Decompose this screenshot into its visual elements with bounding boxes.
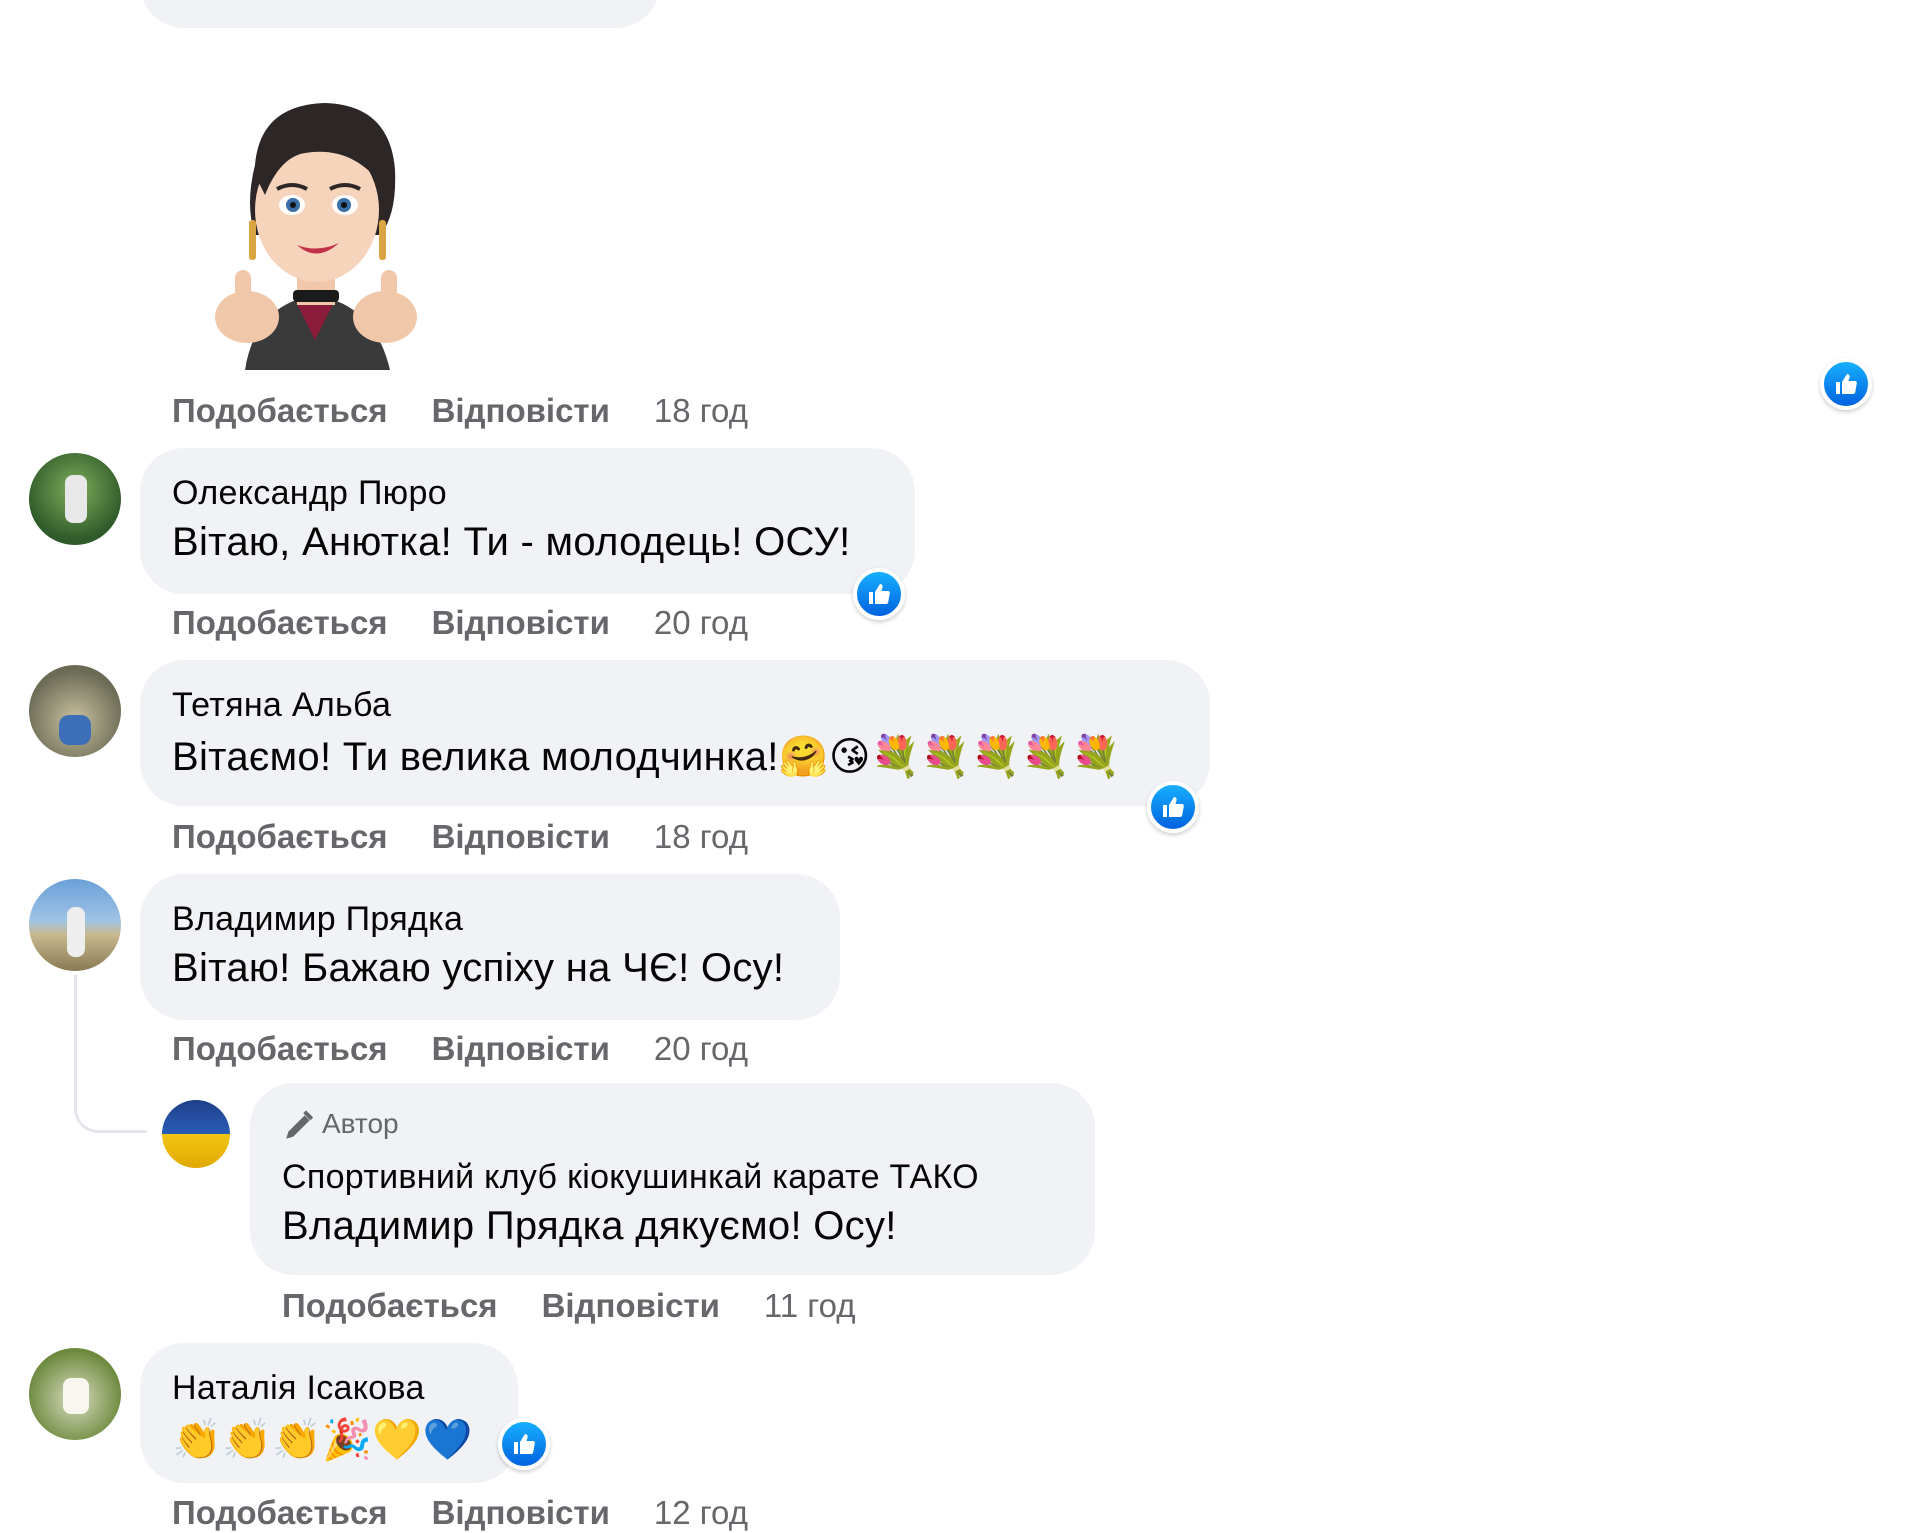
comment-text: Вітаємо! Ти велика молодчинка!🤗😘💐💐💐💐💐 [172,733,1121,780]
author-badge-label: Автор [322,1108,399,1139]
comment-emojis: 🤗😘💐💐💐💐💐 [778,734,1122,780]
comment-actions: Подобається Відповісти 12 год [172,1494,748,1532]
like-button[interactable]: Подобається [172,1030,388,1067]
reply-text-body: дякуємо! Осу! [623,1204,897,1248]
comment-time[interactable]: 18 год [654,818,748,855]
avatar[interactable] [29,453,121,545]
reply-author[interactable]: Спортивний клуб кіокушинкай карате ТАКО [282,1158,979,1197]
comment-emojis: 👏👏👏🎉💛💙 [172,1417,473,1463]
sticker-character [215,103,417,370]
comment-time[interactable]: 20 год [654,604,748,641]
comment-text: Вітаю, Анютка! Ти - молодець! ОСУ! [172,520,851,564]
like-button[interactable]: Подобається [172,604,388,641]
like-button[interactable]: Подобається [282,1287,498,1324]
reply-button[interactable]: Відповісти [432,1030,610,1067]
like-button[interactable]: Подобається [172,392,388,429]
comment-time[interactable]: 18 год [654,392,748,429]
comment-text: Вітаю! Бажаю успіху на ЧЄ! Осу! [172,946,785,990]
reply-button[interactable]: Відповісти [432,1494,610,1531]
comment-author[interactable]: Владимир Прядка [172,900,463,939]
previous-comment-bubble [140,0,660,28]
reply-button[interactable]: Відповісти [432,818,610,855]
thread-connector [74,975,147,1133]
comment-text-body: Вітаємо! Ти велика молодчинка! [172,735,779,779]
reply-time[interactable]: 11 год [764,1287,856,1324]
reply-button[interactable]: Відповісти [542,1287,720,1324]
reaction-like-badge[interactable] [498,1418,550,1470]
like-icon [1163,797,1184,817]
comment-author[interactable]: Наталія Ісакова [172,1369,425,1408]
comment-actions: Подобається Відповісти 20 год [172,1030,748,1068]
reaction-like-badge[interactable] [1820,358,1872,410]
reaction-like-badge[interactable] [1147,781,1199,833]
comment-author[interactable]: Тетяна Альба [172,686,391,725]
avatar[interactable] [29,879,121,971]
reply-actions: Подобається Відповісти 11 год [282,1287,856,1325]
avatar[interactable] [29,665,121,757]
like-icon [514,1434,535,1454]
like-button[interactable]: Подобається [172,818,388,855]
sticker-image[interactable] [185,95,445,370]
comment-time[interactable]: 12 год [654,1494,748,1531]
comment-time[interactable]: 20 год [654,1030,748,1067]
like-button[interactable]: Подобається [172,1494,388,1531]
avatar[interactable] [162,1100,230,1168]
pencil-icon [286,1110,314,1139]
avatar[interactable] [29,1348,121,1440]
comment-actions: Подобається Відповісти 18 год [172,818,748,856]
author-badge: Автор [282,1108,399,1143]
like-icon [1836,374,1857,394]
mention-link[interactable]: Владимир Прядка [282,1204,624,1248]
reply-button[interactable]: Відповісти [432,604,610,641]
like-icon [869,584,890,604]
reply-button[interactable]: Відповісти [432,392,610,429]
reply-text: Владимир Прядка дякуємо! Осу! [282,1204,897,1249]
comment-actions: Подобається Відповісти 18 год [172,392,748,430]
comment-author[interactable]: Олександр Пюро [172,474,447,513]
comment-actions: Подобається Відповісти 20 год [172,604,748,642]
reaction-like-badge[interactable] [853,568,905,620]
